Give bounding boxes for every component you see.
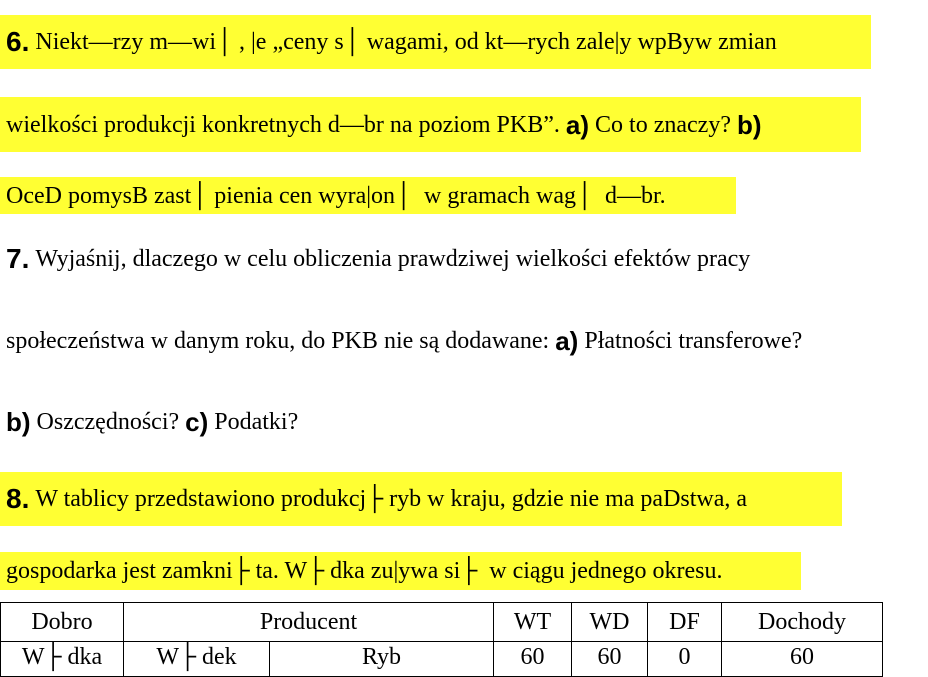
q7-line-2: społeczeństwa w danym roku, do PKB nie s… <box>0 323 802 359</box>
q6-text-1: Niekt—rzy m—wi│ , |e „ceny s│ wagami, od… <box>35 29 777 55</box>
header-wd: WD <box>571 602 648 642</box>
q7-line-3: b) Oszczędności? c) Podatki? <box>0 404 298 440</box>
q6-a-text: Co to znaczy? <box>589 111 737 138</box>
q7-a-text: Płatności transferowe? <box>578 328 803 354</box>
cell-producent-a: W├ dek <box>123 641 270 677</box>
q6-number: 6. <box>6 26 30 57</box>
cell-producent-b: Ryb <box>269 641 494 677</box>
q6-b-label: b) <box>736 109 762 140</box>
q7-text-2: społeczeństwa w danym roku, do PKB nie s… <box>6 328 556 354</box>
table-row: W├ dka W├ dek Ryb 60 60 0 60 <box>0 641 883 677</box>
q6-text-2: wielkości produkcji konkretnych d—br na … <box>6 111 566 138</box>
q7-b-text: Oszczędności? <box>30 409 186 435</box>
header-df: DF <box>647 602 722 642</box>
q7-number: 7. <box>6 243 30 274</box>
q8-line-2: gospodarka jest zamkni├ ta. W├ dka zu|yw… <box>0 552 801 590</box>
q8-text-1: W tablicy przedstawiono produkcj├ ryb w … <box>35 486 748 512</box>
q8-number: 8. <box>6 483 30 514</box>
header-dobro: Dobro <box>0 602 124 642</box>
cell-wt: 60 <box>493 641 572 677</box>
production-table: Dobro Producent WT WD DF Dochody W├ dka … <box>0 602 883 677</box>
q6-line-1: 6. Niekt—rzy m—wi│ , |e „ceny s│ wagami,… <box>0 15 871 69</box>
header-dochody: Dochody <box>721 602 883 642</box>
cell-dobro: W├ dka <box>0 641 124 677</box>
q6-a-label: a) <box>565 109 590 140</box>
q7-c-label: c) <box>185 407 209 437</box>
q6-line-3: OceD pomysB zast│ pienia cen wyra|on│ w … <box>0 177 736 214</box>
q7-c-text: Podatki? <box>208 409 299 435</box>
q7-text-1: Wyjaśnij, dlaczego w celu obliczenia pra… <box>35 246 751 272</box>
q6-line-2: wielkości produkcji konkretnych d—br na … <box>0 97 861 152</box>
cell-wd: 60 <box>571 641 648 677</box>
cell-df: 0 <box>647 641 722 677</box>
q7-line-1: 7. Wyjaśnij, dlaczego w celu obliczenia … <box>0 240 750 278</box>
table-header-row: Dobro Producent WT WD DF Dochody <box>0 602 883 642</box>
q6-text-3: OceD pomysB zast│ pienia cen wyra|on│ w … <box>6 182 666 209</box>
cell-dochody: 60 <box>721 641 883 677</box>
q8-text-2: gospodarka jest zamkni├ ta. W├ dka zu|yw… <box>6 558 723 584</box>
q7-a-label: a) <box>555 326 579 356</box>
header-producent: Producent <box>123 602 494 642</box>
q8-line-1: 8. W tablicy przedstawiono produkcj├ ryb… <box>0 472 842 526</box>
q7-b-label: b) <box>6 407 31 437</box>
header-wt: WT <box>493 602 572 642</box>
